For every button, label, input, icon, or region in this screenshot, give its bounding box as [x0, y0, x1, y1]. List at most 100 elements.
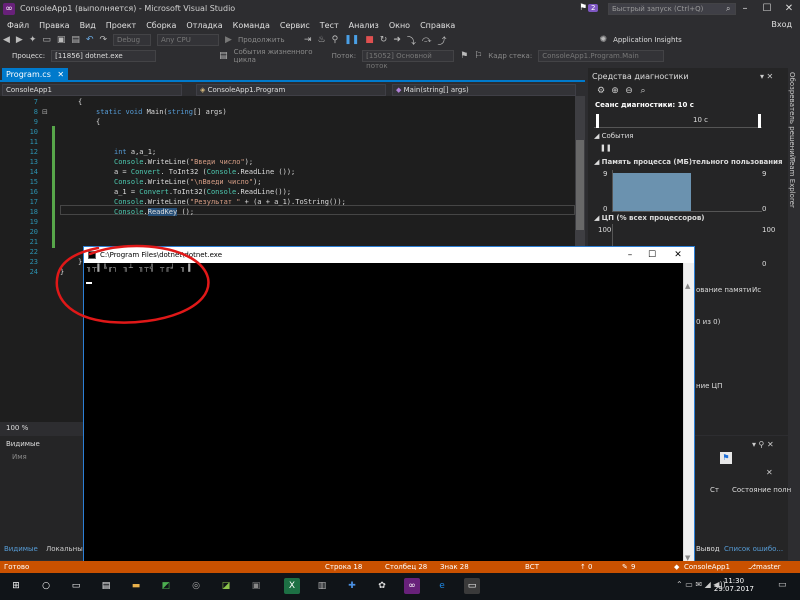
app-icon-2[interactable]: ◪: [218, 578, 234, 594]
timeline-ruler[interactable]: [594, 114, 762, 128]
menu-team[interactable]: Команда: [233, 21, 270, 30]
undo-icon[interactable]: ↶: [86, 35, 94, 45]
cpu-header[interactable]: ◢ ЦП (% всех процессоров): [594, 214, 704, 222]
reset-zoom-icon[interactable]: ⌕: [638, 86, 648, 96]
menu-file[interactable]: Файл: [7, 21, 29, 30]
close-button[interactable]: ✕: [778, 0, 800, 18]
thread-dropdown[interactable]: [15052] Основной поток: [362, 50, 455, 70]
menu-debug[interactable]: Отладка: [186, 21, 222, 30]
folder-icon[interactable]: ▬: [128, 578, 144, 594]
scrollbar-thumb[interactable]: [576, 140, 584, 230]
configuration-dropdown[interactable]: Debug: [113, 34, 152, 46]
application-insights-button[interactable]: Application Insights: [613, 36, 682, 44]
project-dropdown[interactable]: ConsoleApp1: [2, 84, 182, 96]
restart-icon[interactable]: ↻: [380, 35, 388, 45]
store-icon[interactable]: ◩: [158, 578, 174, 594]
notifications-button[interactable]: ⚑ 2: [578, 3, 599, 13]
save-icon[interactable]: ▣: [57, 35, 66, 45]
search-icon[interactable]: ○: [38, 578, 54, 594]
events-header[interactable]: ◢ События: [594, 132, 633, 140]
process-dropdown[interactable]: [11856] dotnet.exe: [51, 50, 157, 62]
tab-team-explorer[interactable]: Team Explorer: [788, 158, 796, 208]
console-maximize-button[interactable]: ☐: [642, 247, 662, 263]
excel-icon[interactable]: X: [284, 578, 300, 594]
member-dropdown[interactable]: ◆ Main(string[] args): [392, 84, 576, 96]
clear-icon[interactable]: ✕: [766, 468, 773, 477]
collapse-icon[interactable]: ⊟: [42, 108, 48, 116]
menu-help[interactable]: Справка: [420, 21, 455, 30]
scroll-up-icon[interactable]: ▲: [685, 282, 690, 290]
column-header-state[interactable]: Состояние полн: [732, 486, 791, 494]
zoom-in-icon[interactable]: ⊕: [610, 86, 620, 96]
status-pending-changes[interactable]: 9: [631, 563, 635, 571]
app-icon-5[interactable]: ✚: [344, 578, 360, 594]
visual-studio-taskbar-icon[interactable]: ∞: [404, 578, 420, 594]
maximize-button[interactable]: ☐: [756, 0, 778, 18]
quick-launch-input[interactable]: Быстрый запуск (Ctrl+Q): [608, 3, 736, 15]
notification-center-icon[interactable]: ▭: [778, 580, 787, 590]
windows-start-icon[interactable]: ⊞: [8, 578, 24, 594]
menu-tools[interactable]: Сервис: [280, 21, 310, 30]
menu-analyze[interactable]: Анализ: [349, 21, 379, 30]
app-icon-6[interactable]: ✿: [374, 578, 390, 594]
console-minimize-button[interactable]: –: [620, 247, 640, 263]
stack-frame-dropdown[interactable]: ConsoleApp1.Program.Main: [538, 50, 665, 62]
stop-icon[interactable]: ■: [365, 35, 374, 45]
pause-icon[interactable]: ❚❚: [344, 35, 359, 45]
clock[interactable]: 11:30 29.07.2017: [714, 577, 754, 593]
open-folder-icon[interactable]: ▭: [42, 35, 51, 45]
file-explorer-icon[interactable]: ▤: [98, 578, 114, 594]
panel-menu-icon[interactable]: ▾ ⚲ ✕: [752, 440, 774, 449]
menu-edit[interactable]: Правка: [39, 21, 69, 30]
back-icon[interactable]: ◀: [3, 35, 10, 45]
platform-dropdown[interactable]: Any CPU: [157, 34, 220, 46]
memory-header[interactable]: ◢ Память процесса (МБ)тельного пользован…: [594, 158, 782, 166]
minimize-button[interactable]: –: [734, 0, 756, 18]
panel-menu-icon[interactable]: ▾ ✕: [760, 72, 773, 81]
console-taskbar-icon[interactable]: ▭: [464, 578, 480, 594]
tab-autos[interactable]: Видимые: [4, 545, 38, 553]
task-view-icon[interactable]: ▭: [68, 578, 84, 594]
edge-icon[interactable]: e: [434, 578, 450, 594]
memory-usage-tab[interactable]: ование памяти: [696, 286, 751, 294]
step-out-icon[interactable]: ⤴: [438, 34, 447, 47]
cpu-usage-tab[interactable]: Ис: [752, 286, 761, 294]
menu-build[interactable]: Сборка: [146, 21, 176, 30]
new-project-icon[interactable]: ✦: [29, 35, 37, 45]
type-dropdown[interactable]: ◈ ConsoleApp1.Program: [196, 84, 386, 96]
settings-icon[interactable]: ⚙: [596, 86, 606, 96]
save-all-icon[interactable]: ▤: [71, 35, 80, 45]
menu-window[interactable]: Окно: [389, 21, 410, 30]
timeline-end-handle[interactable]: [758, 114, 761, 128]
step-icon[interactable]: ⇥: [304, 35, 312, 45]
step-into-icon[interactable]: ⤵: [407, 34, 416, 47]
menu-test[interactable]: Тест: [320, 21, 339, 30]
tab-program-cs[interactable]: Program.cs ✕: [2, 68, 69, 82]
flag-threads-icon[interactable]: ⚐: [474, 51, 482, 61]
console-scrollbar[interactable]: [683, 263, 694, 563]
sign-in-link[interactable]: Вход: [771, 20, 792, 29]
pause-events-icon[interactable]: ❚❚: [600, 144, 612, 152]
app-icon-3[interactable]: ▣: [248, 578, 264, 594]
cpu-link[interactable]: ние ЦП: [696, 382, 722, 390]
filter-icon[interactable]: ⚑: [720, 452, 732, 464]
menu-view[interactable]: Вид: [80, 21, 96, 30]
lifecycle-events-dropdown[interactable]: События жизненного цикла: [234, 48, 326, 64]
tab-locals[interactable]: Локальные: [46, 545, 87, 553]
console-close-button[interactable]: ✕: [668, 247, 688, 263]
forward-icon[interactable]: ▶: [16, 35, 23, 45]
continue-button[interactable]: Продолжить: [238, 36, 298, 44]
fire-icon[interactable]: ♨: [318, 35, 326, 45]
tab-solution-explorer[interactable]: Обозреватель решений: [788, 72, 796, 159]
tab-output[interactable]: Вывод: [696, 545, 720, 553]
filter-icon[interactable]: ⚑: [460, 51, 468, 61]
app-icon[interactable]: ◎: [188, 578, 204, 594]
show-next-statement-icon[interactable]: ➜: [393, 35, 401, 45]
redo-icon[interactable]: ↷: [99, 35, 107, 45]
pin-icon[interactable]: ⚲: [332, 35, 339, 45]
close-tab-icon[interactable]: ✕: [57, 70, 64, 79]
menu-project[interactable]: Проект: [106, 21, 136, 30]
step-over-icon[interactable]: ⤼: [422, 35, 432, 45]
timeline-start-handle[interactable]: [596, 114, 599, 128]
app-icon-4[interactable]: ▥: [314, 578, 330, 594]
